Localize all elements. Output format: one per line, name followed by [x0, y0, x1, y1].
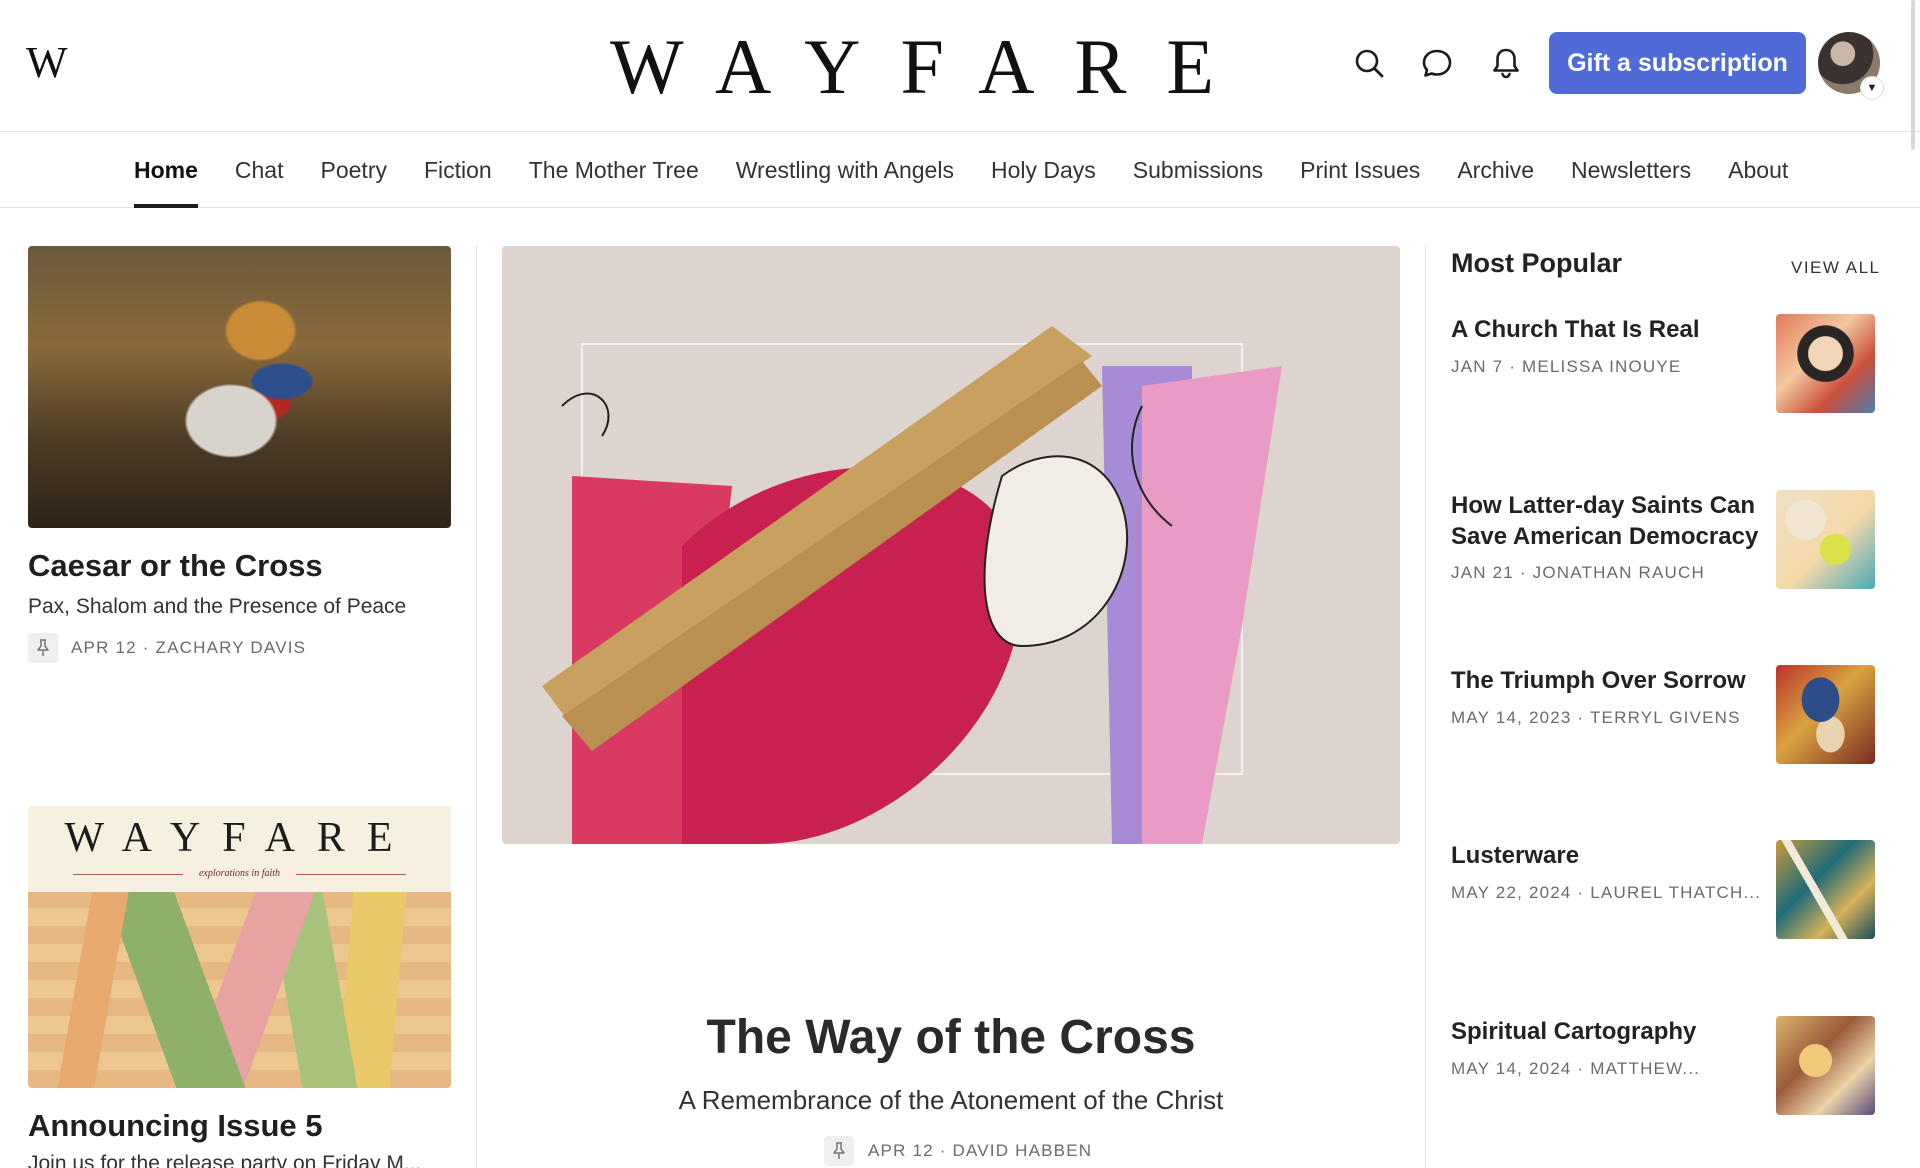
popular-item-meta: MAY 22, 2024 · LAUREL THATCH...: [1451, 883, 1762, 902]
popular-item[interactable]: Lusterware MAY 22, 2024 · LAUREL THATCH.…: [1451, 840, 1876, 942]
post-title[interactable]: Announcing Issue 5: [28, 1108, 323, 1144]
nav-item-fiction[interactable]: Fiction: [424, 133, 492, 208]
cover-rule: [296, 874, 406, 875]
popular-item-thumbnail[interactable]: [1776, 1016, 1875, 1115]
post-image-palm-sunday-painting[interactable]: [28, 246, 451, 528]
nav-item-archive[interactable]: Archive: [1457, 133, 1534, 208]
column-divider: [476, 245, 477, 1168]
popular-item-title[interactable]: The Triumph Over Sorrow: [1451, 665, 1771, 696]
nav-item-newsletters[interactable]: Newsletters: [1571, 133, 1691, 208]
view-all-link[interactable]: VIEW ALL: [1791, 258, 1880, 278]
chevron-down-icon[interactable]: ▼: [1860, 76, 1884, 100]
feature-image-way-of-the-cross[interactable]: [502, 246, 1400, 844]
nav-item-submissions[interactable]: Submissions: [1133, 133, 1263, 208]
popular-item-thumbnail[interactable]: [1776, 665, 1875, 764]
popular-item-title[interactable]: Spiritual Cartography: [1451, 1016, 1771, 1047]
popular-item-meta: MAY 14, 2023 · TERRYL GIVENS: [1451, 708, 1741, 727]
cover-history-chart: [28, 892, 451, 1088]
popular-item-thumbnail[interactable]: [1776, 314, 1875, 413]
site-wordmark[interactable]: WAYFARE: [610, 22, 1300, 112]
chat-bubble-icon[interactable]: [1418, 44, 1456, 82]
pin-icon: [824, 1136, 854, 1166]
gift-subscription-button[interactable]: Gift a subscription: [1549, 32, 1806, 94]
nav-item-the-mother-tree[interactable]: The Mother Tree: [529, 133, 699, 208]
popular-item-title[interactable]: How Latter-day Saints Can Save American …: [1451, 490, 1771, 552]
most-popular-heading: Most Popular: [1451, 248, 1623, 278]
cover-wordmark: WAYFARE: [64, 815, 415, 861]
post-title[interactable]: Caesar or the Cross: [28, 548, 323, 584]
popular-item[interactable]: Spiritual Cartography MAY 14, 2024 · MAT…: [1451, 1016, 1876, 1118]
popular-item-thumbnail[interactable]: [1776, 840, 1875, 939]
main-nav: Home Chat Poetry Fiction The Mother Tree…: [0, 133, 1920, 208]
bell-icon[interactable]: [1487, 44, 1525, 82]
popular-item-meta: JAN 7 · MELISSA INOUYE: [1451, 357, 1682, 376]
site-header: W WAYFARE Gift a subscription ▼: [0, 0, 1920, 132]
nav-item-home[interactable]: Home: [134, 133, 198, 208]
feature-meta: APR 12 · DAVID HABBEN: [868, 1141, 1093, 1160]
popular-item-meta: MAY 14, 2024 · MATTHEW...: [1451, 1059, 1701, 1078]
feature-meta-row: APR 12 · DAVID HABBEN: [824, 1136, 1092, 1166]
post-subtitle[interactable]: Pax, Shalom and the Presence of Peace: [28, 595, 406, 619]
popular-item[interactable]: A Church That Is Real JAN 7 · MELISSA IN…: [1451, 314, 1876, 416]
nav-item-poetry[interactable]: Poetry: [321, 133, 387, 208]
popular-item-meta: JAN 21 · JONATHAN RAUCH: [1451, 563, 1705, 582]
page-scrollbar[interactable]: [1911, 0, 1915, 150]
nav-item-print-issues[interactable]: Print Issues: [1300, 133, 1420, 208]
popular-item-title[interactable]: Lusterware: [1451, 840, 1771, 871]
popular-item-title[interactable]: A Church That Is Real: [1451, 314, 1771, 345]
nav-item-wrestling-with-angels[interactable]: Wrestling with Angels: [736, 133, 954, 208]
popular-item[interactable]: How Latter-day Saints Can Save American …: [1451, 490, 1876, 592]
logo-mark[interactable]: W: [26, 40, 82, 86]
nav-item-chat[interactable]: Chat: [235, 133, 284, 208]
feature-subtitle[interactable]: A Remembrance of the Atonement of the Ch…: [502, 1085, 1400, 1116]
feature-title[interactable]: The Way of the Cross: [502, 1010, 1400, 1065]
nav-item-holy-days[interactable]: Holy Days: [991, 133, 1096, 208]
nav-item-about[interactable]: About: [1728, 133, 1788, 208]
post-meta: APR 12 · ZACHARY DAVIS: [71, 638, 307, 657]
popular-item[interactable]: The Triumph Over Sorrow MAY 14, 2023 · T…: [1451, 665, 1876, 767]
popular-item-thumbnail[interactable]: [1776, 490, 1875, 589]
column-divider: [1425, 245, 1426, 1168]
pin-icon: [28, 633, 58, 663]
search-icon[interactable]: [1350, 44, 1388, 82]
post-subtitle[interactable]: Join us for the release party on Friday …: [28, 1152, 421, 1168]
post-image-issue-cover[interactable]: WAYFARE explorations in faith: [28, 806, 451, 1088]
